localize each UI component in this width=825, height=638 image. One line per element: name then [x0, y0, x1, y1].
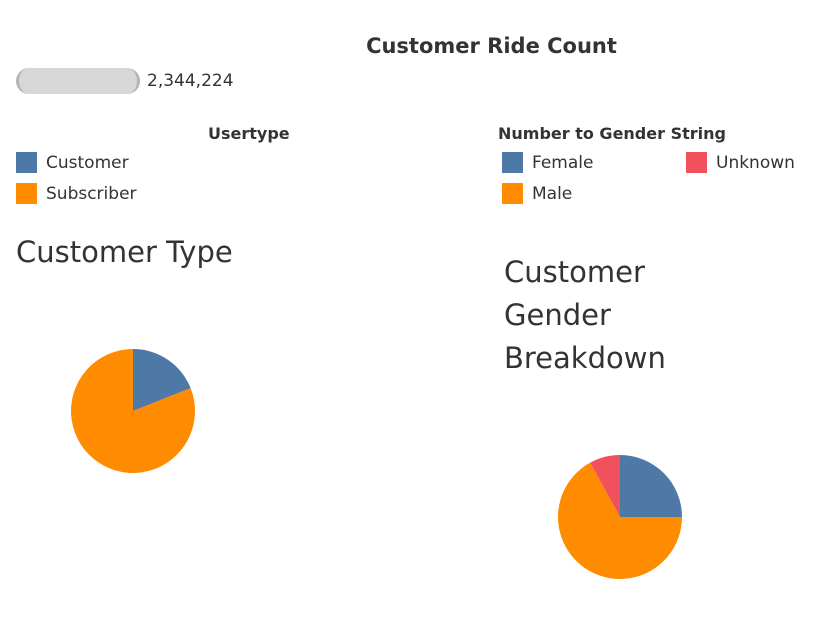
pie-charts-canvas [71, 349, 682, 579]
gender-breakdown-pie[interactable] [558, 455, 682, 579]
customer-type-pie[interactable] [71, 349, 196, 474]
pie-slice-female[interactable] [620, 455, 682, 517]
